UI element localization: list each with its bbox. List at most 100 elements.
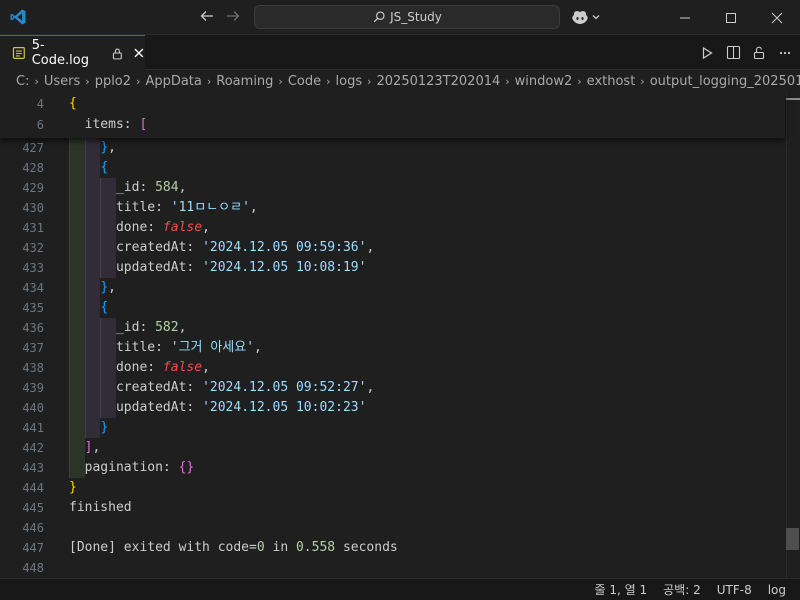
breadcrumb-item[interactable]: AppData <box>145 74 201 89</box>
line-number: 427 <box>22 141 44 155</box>
minimize-button[interactable] <box>662 0 708 35</box>
line-number: 444 <box>22 481 44 495</box>
close-tab-icon[interactable] <box>133 47 145 59</box>
code-token: , <box>254 340 262 355</box>
title-bar: JS_Study <box>0 0 800 35</box>
code-line: 4{ <box>0 94 785 114</box>
code-text: updatedAt: '2024.12.05 10:08:19' <box>69 258 366 278</box>
code-token: '2024.12.05 09:52:27' <box>202 380 367 395</box>
code-token: updatedAt: <box>69 400 203 415</box>
more-actions-button[interactable] <box>776 44 794 62</box>
code-text: finished <box>69 498 132 518</box>
file-encoding[interactable]: UTF-8 <box>717 583 752 597</box>
code-text: } <box>69 478 77 498</box>
command-center-search[interactable]: JS_Study <box>254 5 560 29</box>
code-token: title: <box>69 200 171 215</box>
close-icon <box>771 12 783 23</box>
code-line: 6 items: [ <box>0 115 785 135</box>
vertical-scrollbar[interactable] <box>786 92 800 578</box>
code-token: in <box>264 540 296 555</box>
copilot-menu[interactable] <box>571 8 601 26</box>
code-line: 427 }, <box>0 138 785 158</box>
line-number: 433 <box>22 261 44 275</box>
chevron-down-icon <box>592 15 600 20</box>
code-token: title: <box>69 340 171 355</box>
code-token: , <box>92 440 101 455</box>
chevron-right-icon: › <box>136 74 141 88</box>
code-line: 433 updatedAt: '2024.12.05 10:08:19' <box>0 258 785 278</box>
code-line: 435 { <box>0 298 785 318</box>
code-token: '그거 아세요' <box>170 340 255 355</box>
chevron-right-icon: › <box>34 74 39 88</box>
code-text: done: false, <box>69 358 210 378</box>
editor-actions <box>698 35 794 70</box>
indentation-setting[interactable]: 공백: 2 <box>663 581 701 598</box>
tab-5-code-log[interactable]: 5-Code.log <box>0 35 145 70</box>
code-token: , <box>178 180 187 195</box>
cursor-position[interactable]: 줄 1, 열 1 <box>595 581 648 598</box>
breadcrumb: C: › Users › pplo2 › AppData › Roaming › Code › logs… <box>0 70 800 92</box>
code-token: {} <box>178 460 195 475</box>
breadcrumb-item[interactable]: Roaming <box>216 74 273 89</box>
breadcrumb-item[interactable]: 20250123T202014 <box>377 74 501 89</box>
code-text: title: '11ㅁㄴㅇㄹ', <box>69 198 258 218</box>
code-line: 431 done: false, <box>0 218 785 238</box>
code-token: } <box>100 420 109 435</box>
code-text: ], <box>69 438 101 458</box>
log-file-icon <box>12 47 25 59</box>
code-line: 440 updatedAt: '2024.12.05 10:02:23' <box>0 398 785 418</box>
status-bar: 줄 1, 열 1 공백: 2 UTF-8 log <box>0 578 800 600</box>
line-number: 428 <box>22 161 44 175</box>
split-editor-icon <box>726 45 740 60</box>
line-number: 440 <box>22 401 44 415</box>
code-text: { <box>69 298 108 318</box>
breadcrumb-item[interactable]: output_logging_20250123T202029 <box>650 74 800 89</box>
code-token: , <box>366 380 375 395</box>
line-number: 448 <box>22 561 44 575</box>
breadcrumb-item[interactable]: window2 <box>515 74 573 89</box>
code-token: createdAt: <box>69 240 203 255</box>
breadcrumb-item[interactable]: logs <box>336 74 363 89</box>
chevron-right-icon: › <box>85 74 90 88</box>
run-button[interactable] <box>698 44 716 62</box>
code-line: 446 <box>0 518 785 538</box>
close-window-button[interactable] <box>754 0 800 35</box>
code-line: 430 title: '11ㅁㄴㅇㄹ', <box>0 198 785 218</box>
breadcrumb-item[interactable]: Users <box>44 74 80 89</box>
search-icon <box>373 11 385 23</box>
code-token: , <box>178 320 187 335</box>
language-mode[interactable]: log <box>768 583 786 597</box>
code-line: 442 ], <box>0 438 785 458</box>
code-line: 441 } <box>0 418 785 438</box>
code-token: [ <box>139 117 148 132</box>
back-arrow-icon[interactable] <box>198 8 216 26</box>
breadcrumb-item[interactable]: exthost <box>587 74 636 89</box>
breadcrumb-item[interactable]: pplo2 <box>95 74 131 89</box>
breadcrumb-item[interactable]: Code <box>288 74 321 89</box>
line-number: 6 <box>36 118 44 132</box>
forward-arrow-icon[interactable] <box>224 8 242 26</box>
code-text: updatedAt: '2024.12.05 10:02:23' <box>69 398 366 418</box>
scrollbar-thumb[interactable] <box>786 528 799 550</box>
code-token: seconds <box>335 540 398 555</box>
code-text: createdAt: '2024.12.05 09:59:36', <box>69 238 374 258</box>
line-number: 431 <box>22 221 44 235</box>
vscode-logo-icon[interactable] <box>9 8 27 26</box>
code-text: [Done] exited with code=0 in 0.558 secon… <box>69 538 398 558</box>
code-line: 438 done: false, <box>0 358 785 378</box>
split-editor-button[interactable] <box>724 44 742 62</box>
editor[interactable]: 4{6 items: [ 427 }, 428 {429 _id: 584, 430 … <box>0 92 800 578</box>
code-line: 448 <box>0 558 785 578</box>
toggle-readonly-button[interactable] <box>750 44 768 62</box>
breadcrumb-item[interactable]: C: <box>16 74 29 89</box>
code-token: '11ㅁㄴㅇㄹ' <box>170 200 250 215</box>
code-token: pagination: <box>69 460 179 475</box>
copilot-icon <box>572 11 588 24</box>
maximize-button[interactable] <box>708 0 754 35</box>
sticky-scroll[interactable]: 4{6 items: [ <box>0 92 785 138</box>
line-number: 442 <box>22 441 44 455</box>
